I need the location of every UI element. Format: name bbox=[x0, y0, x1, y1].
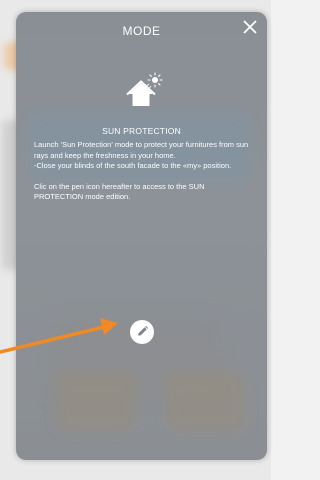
modal-backdrop-blur bbox=[166, 372, 246, 432]
mode-modal: MODE SUN PROTECTION Launch 'Sun Protecti… bbox=[16, 12, 267, 460]
mode-description: Launch 'Sun Protection' mode to protect … bbox=[34, 140, 252, 203]
description-text: -Close your blinds of the south facade t… bbox=[34, 161, 232, 170]
close-button[interactable] bbox=[239, 16, 261, 38]
description-text: Clic on the pen icon hereafter to access… bbox=[34, 181, 205, 202]
modal-backdrop-blur bbox=[56, 372, 136, 432]
description-text: Launch 'Sun Protection' mode to protect … bbox=[34, 140, 249, 160]
close-icon bbox=[243, 20, 257, 34]
section-title: SUN PROTECTION bbox=[102, 126, 181, 136]
modal-title: MODE bbox=[122, 24, 161, 38]
arrow-icon bbox=[0, 318, 118, 354]
house-sun-icon bbox=[126, 72, 163, 106]
